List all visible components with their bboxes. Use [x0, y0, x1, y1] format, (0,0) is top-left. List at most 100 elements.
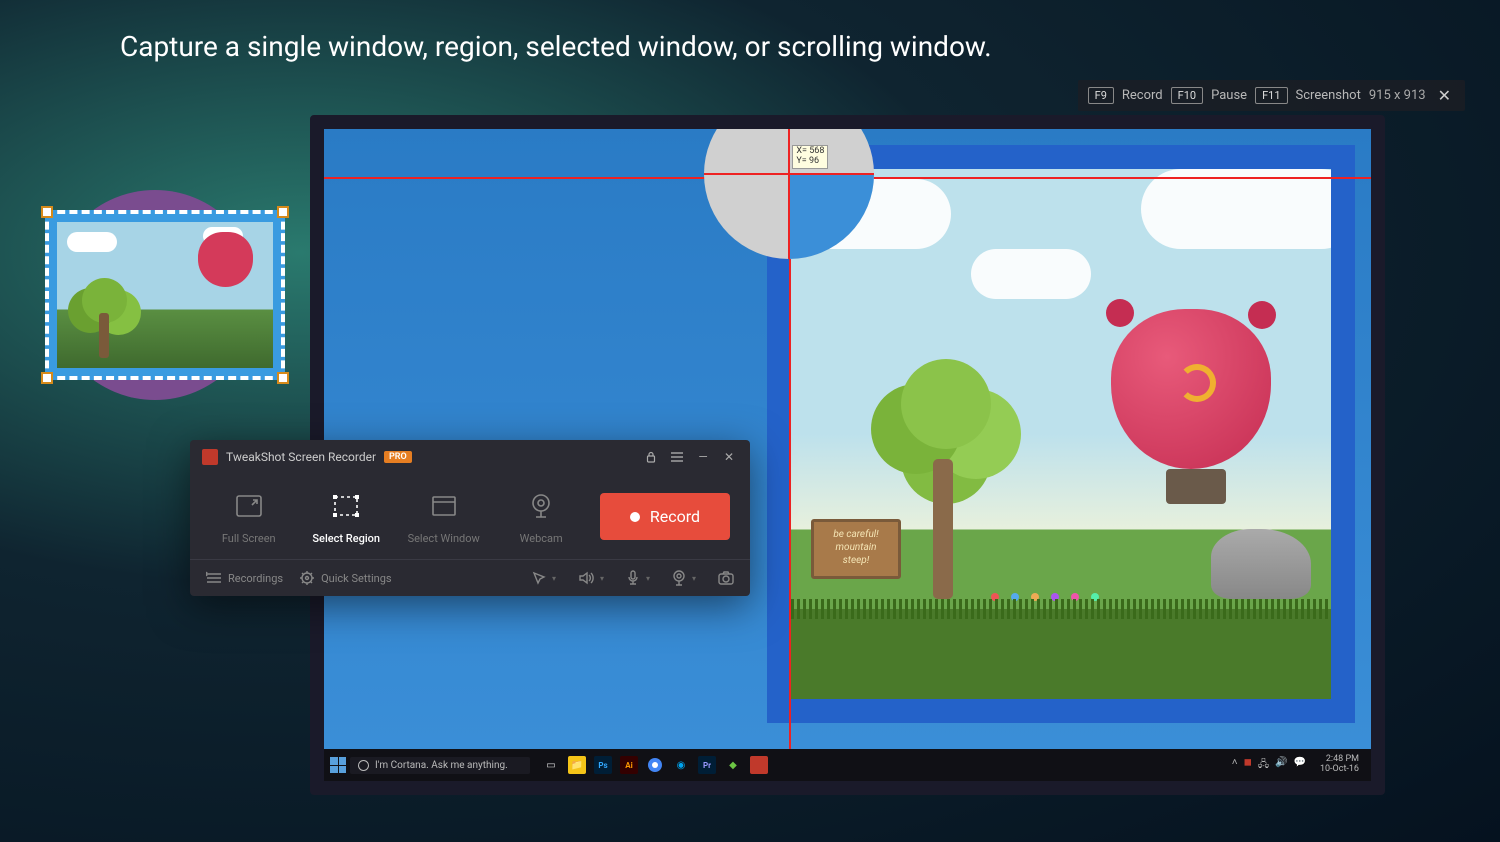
audio-settings[interactable]: ▾: [578, 571, 604, 585]
toolbar-close-button[interactable]: ✕: [1434, 86, 1455, 105]
recording-status-toolbar: F9 Record F10 Pause F11 Screenshot 915 x…: [1078, 80, 1465, 111]
cloud-icon: [67, 232, 117, 252]
selection-handle[interactable]: [277, 206, 289, 218]
footer-quick-settings[interactable]: Quick Settings: [299, 570, 392, 586]
coordinate-tooltip: X= 568 Y= 96: [792, 145, 828, 169]
webcam-small-icon: [672, 570, 686, 586]
clock-date: 10-Oct-16: [1320, 765, 1359, 775]
selection-handle[interactable]: [41, 206, 53, 218]
balloon-swirl-icon: [1178, 364, 1216, 402]
cursor-settings[interactable]: ▾: [532, 571, 556, 585]
footer-recordings[interactable]: Recordings: [206, 570, 283, 586]
app-logo-icon: [202, 449, 218, 465]
cursor-icon: [532, 571, 546, 585]
magnifier-crosshair-h: [704, 173, 874, 175]
recordings-icon: [206, 570, 222, 586]
tray-chevron-icon[interactable]: ˄: [1232, 757, 1238, 774]
cortana-search[interactable]: I'm Cortana. Ask me anything.: [350, 757, 530, 774]
chrome-icon[interactable]: [646, 756, 664, 774]
taskbar-clock[interactable]: 2:48 PM 10-Oct-16: [1314, 755, 1365, 775]
selection-handle[interactable]: [41, 372, 53, 384]
sign-text: mountain: [816, 541, 896, 554]
camera-icon: [718, 571, 734, 585]
rock-icon: [1211, 529, 1311, 599]
illustrator-icon[interactable]: Ai: [620, 756, 638, 774]
menu-icon[interactable]: [668, 448, 686, 466]
region-icon: [328, 488, 364, 524]
speaker-icon: [578, 571, 594, 585]
sign-text: be careful!: [816, 528, 896, 541]
balloon-icon: [198, 232, 253, 287]
taskbar-pinned-apps: ▭ 📁 Ps Ai ◉ Pr ◆: [542, 756, 768, 774]
webcam-settings[interactable]: ▾: [672, 570, 696, 586]
feature-thumbnail: [20, 190, 280, 420]
lock-icon[interactable]: [642, 448, 660, 466]
mode-label: Full Screen: [222, 532, 276, 545]
window-icon: [426, 488, 462, 524]
grass-icon: [791, 609, 1331, 699]
start-button[interactable]: [330, 757, 346, 773]
pro-badge: PRO: [384, 451, 412, 463]
hotkey-screenshot[interactable]: F11: [1255, 87, 1287, 104]
minimize-button[interactable]: —: [694, 448, 712, 466]
label-record: Record: [1122, 88, 1163, 103]
mode-label: Select Region: [312, 532, 380, 545]
premiere-icon[interactable]: Pr: [698, 756, 716, 774]
hotkey-pause[interactable]: F10: [1171, 87, 1203, 104]
task-view-icon[interactable]: ▭: [542, 756, 560, 774]
chevron-down-icon: ▾: [600, 574, 604, 583]
microphone-icon: [626, 570, 640, 586]
headline: Capture a single window, region, selecte…: [120, 30, 992, 63]
chevron-down-icon: ▾: [552, 574, 556, 583]
recorder-body: Full Screen Select Region Select Window …: [190, 474, 750, 559]
screenshot-settings[interactable]: [718, 571, 734, 585]
close-button[interactable]: ✕: [720, 448, 738, 466]
footer-label: Recordings: [228, 572, 283, 585]
tray-network-icon[interactable]: 🖧: [1258, 757, 1269, 774]
settings-icon: [299, 570, 315, 586]
cloud-icon: [1141, 169, 1331, 249]
thumbnail-scene: [57, 222, 273, 368]
label-screenshot: Screenshot: [1296, 88, 1361, 103]
footer-label: Quick Settings: [321, 572, 392, 585]
tree-icon: [77, 278, 127, 358]
mode-label: Webcam: [520, 532, 563, 545]
record-label: Record: [650, 507, 700, 526]
mode-webcam[interactable]: Webcam: [502, 488, 579, 545]
webcam-icon: [523, 488, 559, 524]
recorder-app-window[interactable]: TweakShot Screen Recorder PRO — ✕ Full S…: [190, 440, 750, 596]
app-icon[interactable]: ◆: [724, 756, 742, 774]
selection-handle[interactable]: [277, 372, 289, 384]
edge-icon[interactable]: ◉: [672, 756, 690, 774]
chevron-down-icon: ▾: [646, 574, 650, 583]
tray-app-icon[interactable]: ◼: [1244, 757, 1252, 774]
mic-settings[interactable]: ▾: [626, 570, 650, 586]
mode-fullscreen[interactable]: Full Screen: [210, 488, 287, 545]
recorder-titlebar[interactable]: TweakShot Screen Recorder PRO — ✕: [190, 440, 750, 474]
sign-text: steep!: [816, 554, 896, 567]
photoshop-icon[interactable]: Ps: [594, 756, 612, 774]
app-title: TweakShot Screen Recorder: [226, 450, 376, 464]
hotkey-record[interactable]: F9: [1088, 87, 1114, 104]
mode-select-window[interactable]: Select Window: [405, 488, 482, 545]
selection-frame: [45, 210, 285, 380]
cloud-icon: [971, 249, 1091, 299]
wooden-sign: be careful! mountain steep!: [811, 519, 901, 579]
tray-notification-icon[interactable]: 💬: [1293, 757, 1305, 774]
recorder-footer: Recordings Quick Settings ▾ ▾ ▾: [190, 559, 750, 596]
label-pause: Pause: [1211, 88, 1247, 103]
pixel-magnifier[interactable]: X= 568 Y= 96: [704, 129, 874, 259]
tray-volume-icon[interactable]: 🔊: [1275, 757, 1287, 774]
magnifier-segment: [789, 174, 874, 259]
record-button[interactable]: Record: [600, 493, 730, 540]
record-dot-icon: [630, 512, 640, 522]
windows-taskbar: I'm Cortana. Ask me anything. ▭ 📁 Ps Ai …: [324, 749, 1371, 781]
system-tray: ˄ ◼ 🖧 🔊 💬 2:48 PM 10-Oct-16: [1232, 755, 1365, 775]
coord-y: Y= 96: [796, 157, 824, 167]
mode-select-region[interactable]: Select Region: [307, 488, 384, 545]
fullscreen-icon: [231, 488, 267, 524]
file-explorer-icon[interactable]: 📁: [568, 756, 586, 774]
mode-label: Select Window: [408, 532, 480, 545]
tweakshot-taskbar-icon[interactable]: [750, 756, 768, 774]
capture-dimensions: 915 x 913: [1369, 88, 1426, 103]
